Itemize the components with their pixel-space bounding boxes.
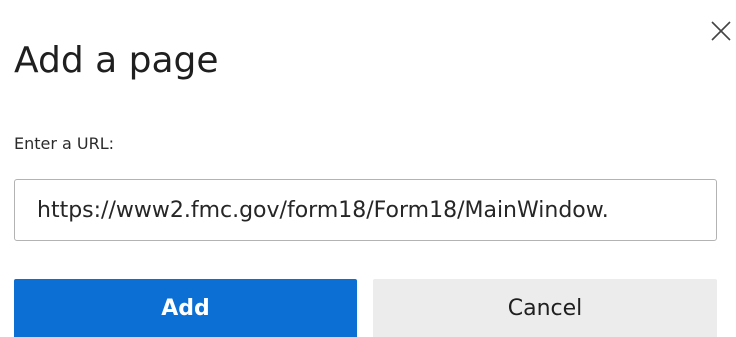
dialog-title: Add a page	[14, 40, 219, 81]
cancel-button[interactable]: Cancel	[373, 279, 717, 337]
url-input[interactable]	[14, 179, 717, 241]
close-button[interactable]	[706, 14, 736, 44]
add-button[interactable]: Add	[14, 279, 357, 337]
url-field-label: Enter a URL:	[14, 134, 115, 153]
close-icon	[706, 14, 736, 44]
add-page-dialog: Add a page Enter a URL: Add Cancel	[0, 0, 736, 337]
